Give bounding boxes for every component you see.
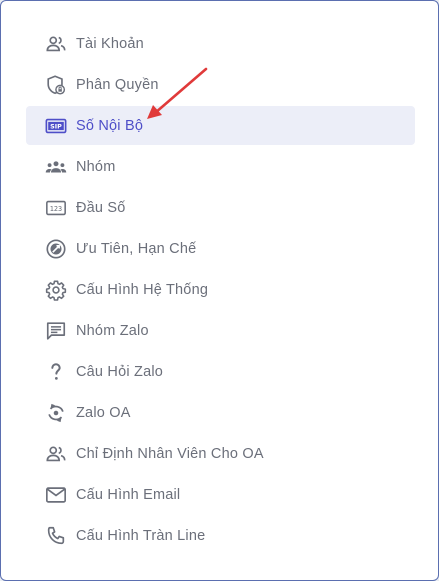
menu-item-label: Chỉ Định Nhân Viên Cho OA	[76, 445, 264, 462]
menu-item-phan-quyen[interactable]: Phân Quyền	[26, 65, 415, 104]
numeric-123-icon: 123	[45, 197, 67, 219]
menu-item-nhom[interactable]: Nhóm	[26, 147, 415, 186]
menu-item-label: Cấu Hình Tràn Line	[76, 527, 206, 544]
menu-item-tai-khoan[interactable]: Tài Khoản	[26, 24, 415, 63]
menu-item-label: Câu Hỏi Zalo	[76, 363, 164, 380]
gear-icon	[45, 279, 67, 301]
menu-item-nhom-zalo[interactable]: Nhóm Zalo	[26, 311, 415, 350]
menu-item-label: Cấu Hình Email	[76, 486, 181, 503]
menu-item-cau-hinh-email[interactable]: Cấu Hình Email	[26, 475, 415, 514]
menu-item-cau-hinh-tran-line[interactable]: Cấu Hình Tràn Line	[26, 516, 415, 555]
menu-item-label: Đầu Số	[76, 199, 126, 216]
menu-item-chi-dinh-nhan-vien-cho-oa[interactable]: Chỉ Định Nhân Viên Cho OA	[26, 434, 415, 473]
menu-item-uu-tien-han-che[interactable]: Ưu Tiên, Hạn Chế	[26, 229, 415, 268]
refresh-icon	[45, 402, 67, 424]
menu-item-label: Ưu Tiên, Hạn Chế	[76, 240, 197, 257]
users-icon	[45, 443, 67, 465]
menu-item-cau-hoi-zalo[interactable]: Câu Hỏi Zalo	[26, 352, 415, 391]
menu-item-label: Tài Khoản	[76, 35, 144, 52]
numeric-badge-text: 123	[50, 204, 62, 212]
menu-item-label: Cấu Hình Hệ Thống	[76, 281, 209, 298]
menu-item-dau-so[interactable]: 123 Đầu Số	[26, 188, 415, 227]
sip-icon: SIP	[45, 115, 67, 137]
sip-badge-text: SIP	[50, 122, 62, 130]
menu-item-cau-hinh-he-thong[interactable]: Cấu Hình Hệ Thống	[26, 270, 415, 309]
menu-item-so-noi-bo[interactable]: SIP Số Nội Bộ	[26, 106, 415, 145]
menu-item-label: Nhóm Zalo	[76, 322, 149, 339]
menu-item-label: Phân Quyền	[76, 76, 159, 93]
menu-item-label: Số Nội Bộ	[76, 117, 144, 134]
phone-icon	[45, 525, 67, 547]
question-icon	[45, 361, 67, 383]
group-icon	[45, 156, 67, 178]
settings-menu: Tài Khoản Phân Quyền SIP Số Nội Bộ Nhóm …	[26, 24, 415, 557]
menu-item-zalo-oa[interactable]: Zalo OA	[26, 393, 415, 432]
priority-icon	[45, 238, 67, 260]
users-icon	[45, 33, 67, 55]
email-icon	[45, 484, 67, 506]
chat-icon	[45, 320, 67, 342]
settings-menu-panel: Tài Khoản Phân Quyền SIP Số Nội Bộ Nhóm …	[0, 0, 439, 581]
shield-lock-icon	[45, 74, 67, 96]
menu-item-label: Zalo OA	[76, 404, 131, 421]
menu-item-label: Nhóm	[76, 158, 116, 175]
